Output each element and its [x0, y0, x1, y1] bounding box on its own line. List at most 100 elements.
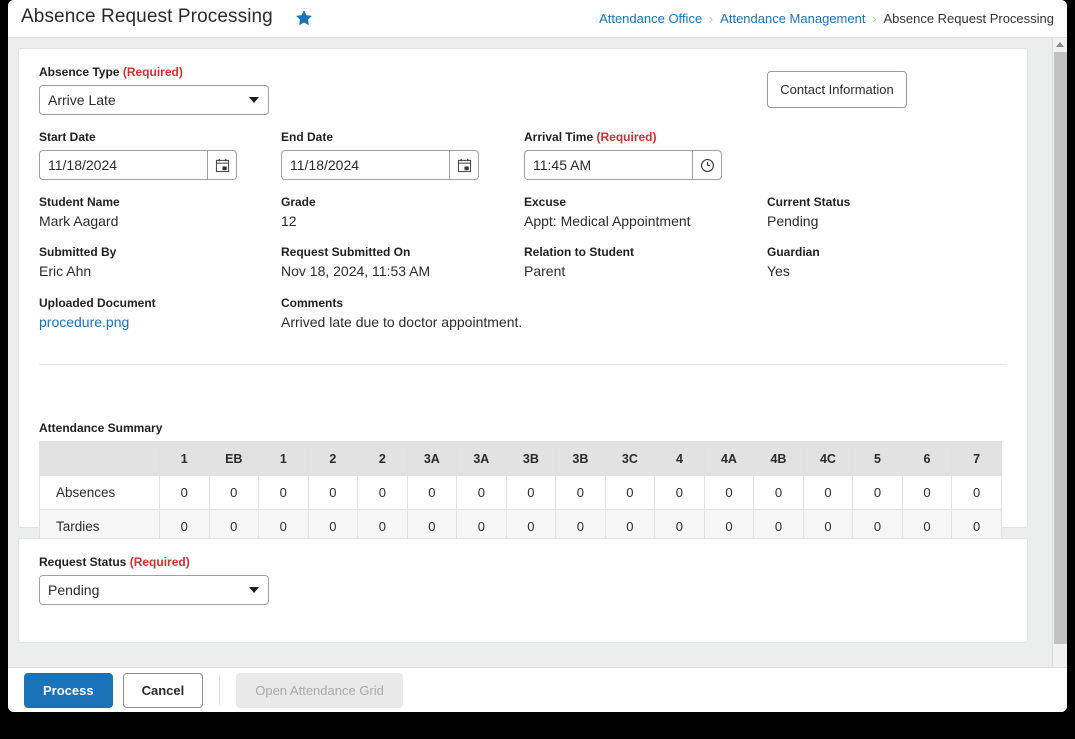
calendar-icon[interactable]	[449, 150, 479, 180]
absence-type-select[interactable]	[39, 85, 269, 115]
arrival-time-label: Arrival Time (Required)	[524, 130, 657, 144]
table-cell: 0	[258, 475, 309, 510]
section-divider	[39, 364, 1007, 365]
page-title: Absence Request Processing	[21, 6, 273, 27]
end-date-input[interactable]	[281, 150, 449, 180]
table-cell: 0	[654, 475, 705, 510]
table-header-cell: 4B	[753, 441, 804, 476]
detail-value: 12	[281, 213, 297, 229]
process-button[interactable]: Process	[24, 672, 113, 708]
detail-value: Parent	[524, 263, 566, 279]
table-cell: 0	[456, 475, 507, 510]
table-header-cell: 6	[901, 441, 953, 476]
detail-label: Excuse	[524, 195, 567, 209]
scrollbar-thumb[interactable]	[1054, 52, 1067, 644]
action-bar: Process Cancel Open Attendance Grid	[8, 667, 1067, 712]
table-cell: 0	[951, 475, 1002, 510]
table-header-cell: 7	[951, 441, 1002, 476]
breadcrumb: Attendance Office › Attendance Managemen…	[599, 11, 1054, 26]
scroll-up-arrow-icon[interactable]	[1056, 42, 1064, 47]
comments-label: Comments	[281, 296, 344, 310]
absence-type-required-marker: (Required)	[122, 65, 183, 79]
scroll-area: Absence Type (Required) Contact Informat…	[8, 38, 1067, 667]
breadcrumb-item-current: Absence Request Processing	[883, 11, 1054, 26]
table-cell: 0	[703, 475, 755, 510]
uploaded-document-link[interactable]: procedure.png	[39, 314, 156, 330]
detail-student-name: Student Name Mark Aagard	[39, 195, 120, 229]
vertical-scrollbar[interactable]	[1052, 38, 1067, 667]
start-date-field: Start Date	[39, 130, 237, 180]
table-cell: 0	[802, 475, 854, 510]
table-header-cell: 5	[852, 441, 903, 476]
page-header: Absence Request Processing Attendance Of…	[8, 0, 1067, 38]
table-cell: 0	[901, 475, 953, 510]
detail-value: Appt: Medical Appointment	[524, 213, 691, 229]
detail-label: Relation to Student	[524, 245, 634, 259]
row-label: Absences	[39, 475, 160, 510]
detail-excuse: Excuse Appt: Medical Appointment	[524, 195, 691, 229]
table-cell: 0	[208, 475, 260, 510]
table-header-cell: 3B	[555, 441, 606, 476]
absence-type-label: Absence Type (Required)	[39, 65, 183, 79]
request-status-label: Request Status (Required)	[39, 555, 190, 569]
table-header-cell: 1	[159, 441, 210, 476]
breadcrumb-separator-icon: ›	[872, 11, 877, 26]
table-cell: 0	[357, 475, 408, 510]
absence-request-card: Absence Type (Required) Contact Informat…	[18, 48, 1028, 544]
comments-field: Comments Arrived late due to doctor appo…	[281, 296, 522, 330]
contact-information-button[interactable]: Contact Information	[767, 71, 907, 108]
page-body: Absence Type (Required) Contact Informat…	[8, 38, 1067, 667]
table-cell: 0	[604, 475, 656, 510]
detail-label: Student Name	[39, 195, 120, 209]
breadcrumb-item-attendance-management[interactable]: Attendance Management	[720, 11, 865, 26]
table-cell: 0	[406, 475, 458, 510]
detail-value: Eric Ahn	[39, 263, 92, 279]
star-icon[interactable]	[294, 8, 314, 28]
table-cell: 0	[852, 475, 903, 510]
arrival-time-field: Arrival Time (Required)	[524, 130, 722, 180]
table-cell: 0	[555, 475, 606, 510]
request-status-card: Request Status (Required)	[18, 538, 1028, 643]
table-header-cell: 3A	[406, 441, 458, 476]
table-cell: 0	[307, 475, 359, 510]
arrival-time-required-marker: (Required)	[596, 130, 657, 144]
detail-label: Guardian	[767, 245, 820, 259]
end-date-label: End Date	[281, 130, 334, 144]
breadcrumb-item-attendance-office[interactable]: Attendance Office	[599, 11, 702, 26]
detail-request-submitted-on: Request Submitted On Nov 18, 2024, 11:53…	[281, 245, 430, 279]
detail-label: Grade	[281, 195, 316, 209]
request-status-field: Request Status (Required)	[39, 555, 269, 605]
table-cell: 0	[159, 475, 210, 510]
detail-current-status: Current Status Pending	[767, 195, 850, 229]
table-header-cell: 4	[654, 441, 705, 476]
calendar-icon[interactable]	[207, 150, 237, 180]
table-header-cell: EB	[208, 441, 260, 476]
table-row: Absences 0 0 0 0 0 0 0 0 0 0 0 0 0 0 0 0…	[39, 475, 1002, 510]
request-status-select[interactable]	[39, 575, 269, 605]
table-header-cell: 3B	[505, 441, 557, 476]
clock-icon[interactable]	[692, 150, 722, 180]
detail-value: Pending	[767, 213, 819, 229]
table-header-cell: 1	[258, 441, 309, 476]
uploaded-document-field: Uploaded Document procedure.png	[39, 296, 156, 330]
table-cell: 0	[505, 475, 557, 510]
arrival-time-input[interactable]	[524, 150, 692, 180]
detail-guardian: Guardian Yes	[767, 245, 820, 279]
detail-relation-to-student: Relation to Student Parent	[524, 245, 634, 279]
attendance-summary-table: 1 EB 1 2 2 3A 3A 3B 3B 3C 4 4A 4B 4C 5 6…	[39, 441, 1002, 544]
breadcrumb-separator-icon: ›	[709, 11, 714, 26]
start-date-input[interactable]	[39, 150, 207, 180]
detail-label: Current Status	[767, 195, 851, 209]
table-header-cell: 4C	[802, 441, 854, 476]
application-window: Absence Request Processing Attendance Of…	[8, 0, 1067, 712]
detail-submitted-by: Submitted By Eric Ahn	[39, 245, 116, 279]
table-header-row: 1 EB 1 2 2 3A 3A 3B 3B 3C 4 4A 4B 4C 5 6…	[39, 441, 1002, 476]
open-attendance-grid-button: Open Attendance Grid	[236, 672, 403, 708]
table-header-cell: 2	[357, 441, 408, 476]
detail-value: Yes	[767, 263, 790, 279]
cancel-button[interactable]: Cancel	[122, 672, 204, 708]
table-header-cell: 3A	[456, 441, 507, 476]
table-header-cell: 3C	[604, 441, 656, 476]
absence-type-field: Absence Type (Required)	[39, 65, 269, 115]
end-date-field: End Date	[281, 130, 479, 180]
